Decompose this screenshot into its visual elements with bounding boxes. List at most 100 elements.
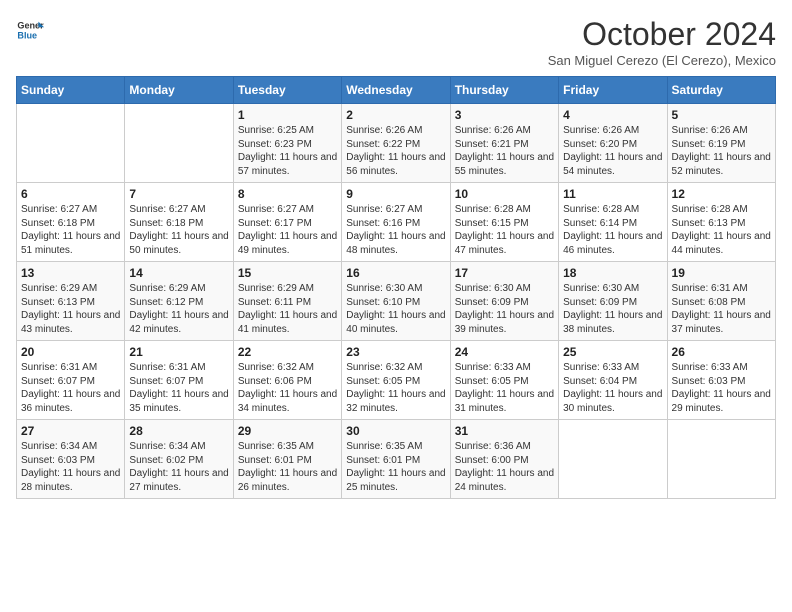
- day-info: Sunrise: 6:26 AM Sunset: 6:21 PM Dayligh…: [455, 124, 554, 178]
- calendar-cell: 29 Sunrise: 6:35 AM Sunset: 6:01 PM Dayli…: [233, 420, 341, 499]
- day-number: 18: [563, 266, 662, 280]
- header-saturday: Saturday: [667, 77, 775, 104]
- day-info: Sunrise: 6:27 AM Sunset: 6:18 PM Dayligh…: [21, 203, 120, 257]
- day-info: Sunrise: 6:28 AM Sunset: 6:13 PM Dayligh…: [672, 203, 771, 257]
- day-info: Sunrise: 6:32 AM Sunset: 6:06 PM Dayligh…: [238, 361, 337, 415]
- day-info: Sunrise: 6:35 AM Sunset: 6:01 PM Dayligh…: [346, 440, 445, 494]
- day-info: Sunrise: 6:29 AM Sunset: 6:11 PM Dayligh…: [238, 282, 337, 336]
- day-info: Sunrise: 6:35 AM Sunset: 6:01 PM Dayligh…: [238, 440, 337, 494]
- calendar-cell: 2 Sunrise: 6:26 AM Sunset: 6:22 PM Daylig…: [342, 104, 450, 183]
- day-info: Sunrise: 6:26 AM Sunset: 6:22 PM Dayligh…: [346, 124, 445, 178]
- day-number: 6: [21, 187, 120, 201]
- calendar-cell: [17, 104, 125, 183]
- day-info: Sunrise: 6:32 AM Sunset: 6:05 PM Dayligh…: [346, 361, 445, 415]
- day-info: Sunrise: 6:34 AM Sunset: 6:02 PM Dayligh…: [129, 440, 228, 494]
- svg-text:Blue: Blue: [17, 30, 37, 40]
- calendar-header-row: SundayMondayTuesdayWednesdayThursdayFrid…: [17, 77, 776, 104]
- calendar-cell: 25 Sunrise: 6:33 AM Sunset: 6:04 PM Dayli…: [559, 341, 667, 420]
- logo: General Blue: [16, 16, 44, 44]
- calendar-cell: 26 Sunrise: 6:33 AM Sunset: 6:03 PM Dayli…: [667, 341, 775, 420]
- day-number: 29: [238, 424, 337, 438]
- day-number: 31: [455, 424, 554, 438]
- calendar-cell: 12 Sunrise: 6:28 AM Sunset: 6:13 PM Dayli…: [667, 183, 775, 262]
- day-number: 20: [21, 345, 120, 359]
- day-info: Sunrise: 6:34 AM Sunset: 6:03 PM Dayligh…: [21, 440, 120, 494]
- day-number: 21: [129, 345, 228, 359]
- day-info: Sunrise: 6:27 AM Sunset: 6:16 PM Dayligh…: [346, 203, 445, 257]
- day-number: 1: [238, 108, 337, 122]
- day-info: Sunrise: 6:26 AM Sunset: 6:20 PM Dayligh…: [563, 124, 662, 178]
- calendar-cell: 19 Sunrise: 6:31 AM Sunset: 6:08 PM Dayli…: [667, 262, 775, 341]
- day-number: 26: [672, 345, 771, 359]
- day-info: Sunrise: 6:30 AM Sunset: 6:10 PM Dayligh…: [346, 282, 445, 336]
- calendar-cell: 17 Sunrise: 6:30 AM Sunset: 6:09 PM Dayli…: [450, 262, 558, 341]
- calendar-cell: 5 Sunrise: 6:26 AM Sunset: 6:19 PM Daylig…: [667, 104, 775, 183]
- day-number: 8: [238, 187, 337, 201]
- header-monday: Monday: [125, 77, 233, 104]
- day-info: Sunrise: 6:30 AM Sunset: 6:09 PM Dayligh…: [563, 282, 662, 336]
- day-number: 3: [455, 108, 554, 122]
- day-number: 12: [672, 187, 771, 201]
- day-number: 2: [346, 108, 445, 122]
- day-number: 7: [129, 187, 228, 201]
- calendar-cell: 24Sunrise: 6:33 AM Sunset: 6:05 PM Dayli…: [450, 341, 558, 420]
- calendar-cell: 30 Sunrise: 6:35 AM Sunset: 6:01 PM Dayli…: [342, 420, 450, 499]
- calendar-cell: 16 Sunrise: 6:30 AM Sunset: 6:10 PM Dayli…: [342, 262, 450, 341]
- calendar-week-1: 1 Sunrise: 6:25 AM Sunset: 6:23 PM Daylig…: [17, 104, 776, 183]
- day-info: Sunrise: 6:29 AM Sunset: 6:12 PM Dayligh…: [129, 282, 228, 336]
- calendar-week-2: 6 Sunrise: 6:27 AM Sunset: 6:18 PM Daylig…: [17, 183, 776, 262]
- day-number: 9: [346, 187, 445, 201]
- day-number: 28: [129, 424, 228, 438]
- calendar-cell: 21Sunrise: 6:31 AM Sunset: 6:07 PM Dayli…: [125, 341, 233, 420]
- day-number: 11: [563, 187, 662, 201]
- calendar-cell: 1 Sunrise: 6:25 AM Sunset: 6:23 PM Daylig…: [233, 104, 341, 183]
- day-number: 19: [672, 266, 771, 280]
- day-info: Sunrise: 6:30 AM Sunset: 6:09 PM Dayligh…: [455, 282, 554, 336]
- day-number: 14: [129, 266, 228, 280]
- day-number: 16: [346, 266, 445, 280]
- header-thursday: Thursday: [450, 77, 558, 104]
- calendar-cell: 27 Sunrise: 6:34 AM Sunset: 6:03 PM Dayli…: [17, 420, 125, 499]
- calendar-cell: [125, 104, 233, 183]
- calendar-cell: 23Sunrise: 6:32 AM Sunset: 6:05 PM Dayli…: [342, 341, 450, 420]
- day-info: Sunrise: 6:25 AM Sunset: 6:23 PM Dayligh…: [238, 124, 337, 178]
- calendar-cell: 15 Sunrise: 6:29 AM Sunset: 6:11 PM Dayli…: [233, 262, 341, 341]
- calendar-cell: 13 Sunrise: 6:29 AM Sunset: 6:13 PM Dayli…: [17, 262, 125, 341]
- calendar-cell: [559, 420, 667, 499]
- day-number: 4: [563, 108, 662, 122]
- calendar-cell: 22 Sunrise: 6:32 AM Sunset: 6:06 PM Dayli…: [233, 341, 341, 420]
- day-info: Sunrise: 6:27 AM Sunset: 6:17 PM Dayligh…: [238, 203, 337, 257]
- calendar-cell: 11 Sunrise: 6:28 AM Sunset: 6:14 PM Dayli…: [559, 183, 667, 262]
- calendar-cell: 4 Sunrise: 6:26 AM Sunset: 6:20 PM Daylig…: [559, 104, 667, 183]
- logo-icon: General Blue: [16, 16, 44, 44]
- day-number: 15: [238, 266, 337, 280]
- calendar-cell: 3 Sunrise: 6:26 AM Sunset: 6:21 PM Daylig…: [450, 104, 558, 183]
- location-subtitle: San Miguel Cerezo (El Cerezo), Mexico: [548, 53, 776, 68]
- day-info: Sunrise: 6:36 AM Sunset: 6:00 PM Dayligh…: [455, 440, 554, 494]
- day-number: 17: [455, 266, 554, 280]
- calendar-cell: 10 Sunrise: 6:28 AM Sunset: 6:15 PM Dayli…: [450, 183, 558, 262]
- month-title: October 2024: [548, 16, 776, 53]
- day-info: Sunrise: 6:33 AM Sunset: 6:03 PM Dayligh…: [672, 361, 771, 415]
- day-info: Sunrise: 6:33 AM Sunset: 6:05 PM Dayligh…: [455, 361, 554, 415]
- calendar-cell: 8 Sunrise: 6:27 AM Sunset: 6:17 PM Daylig…: [233, 183, 341, 262]
- day-number: 13: [21, 266, 120, 280]
- day-info: Sunrise: 6:31 AM Sunset: 6:08 PM Dayligh…: [672, 282, 771, 336]
- day-number: 22: [238, 345, 337, 359]
- day-info: Sunrise: 6:29 AM Sunset: 6:13 PM Dayligh…: [21, 282, 120, 336]
- day-number: 27: [21, 424, 120, 438]
- day-info: Sunrise: 6:28 AM Sunset: 6:14 PM Dayligh…: [563, 203, 662, 257]
- day-number: 10: [455, 187, 554, 201]
- calendar-week-5: 27 Sunrise: 6:34 AM Sunset: 6:03 PM Dayli…: [17, 420, 776, 499]
- day-info: Sunrise: 6:26 AM Sunset: 6:19 PM Dayligh…: [672, 124, 771, 178]
- header-friday: Friday: [559, 77, 667, 104]
- header-wednesday: Wednesday: [342, 77, 450, 104]
- day-info: Sunrise: 6:33 AM Sunset: 6:04 PM Dayligh…: [563, 361, 662, 415]
- day-number: 25: [563, 345, 662, 359]
- calendar-cell: 6 Sunrise: 6:27 AM Sunset: 6:18 PM Daylig…: [17, 183, 125, 262]
- day-number: 5: [672, 108, 771, 122]
- day-number: 30: [346, 424, 445, 438]
- calendar-week-3: 13 Sunrise: 6:29 AM Sunset: 6:13 PM Dayli…: [17, 262, 776, 341]
- calendar-cell: 28 Sunrise: 6:34 AM Sunset: 6:02 PM Dayli…: [125, 420, 233, 499]
- day-info: Sunrise: 6:28 AM Sunset: 6:15 PM Dayligh…: [455, 203, 554, 257]
